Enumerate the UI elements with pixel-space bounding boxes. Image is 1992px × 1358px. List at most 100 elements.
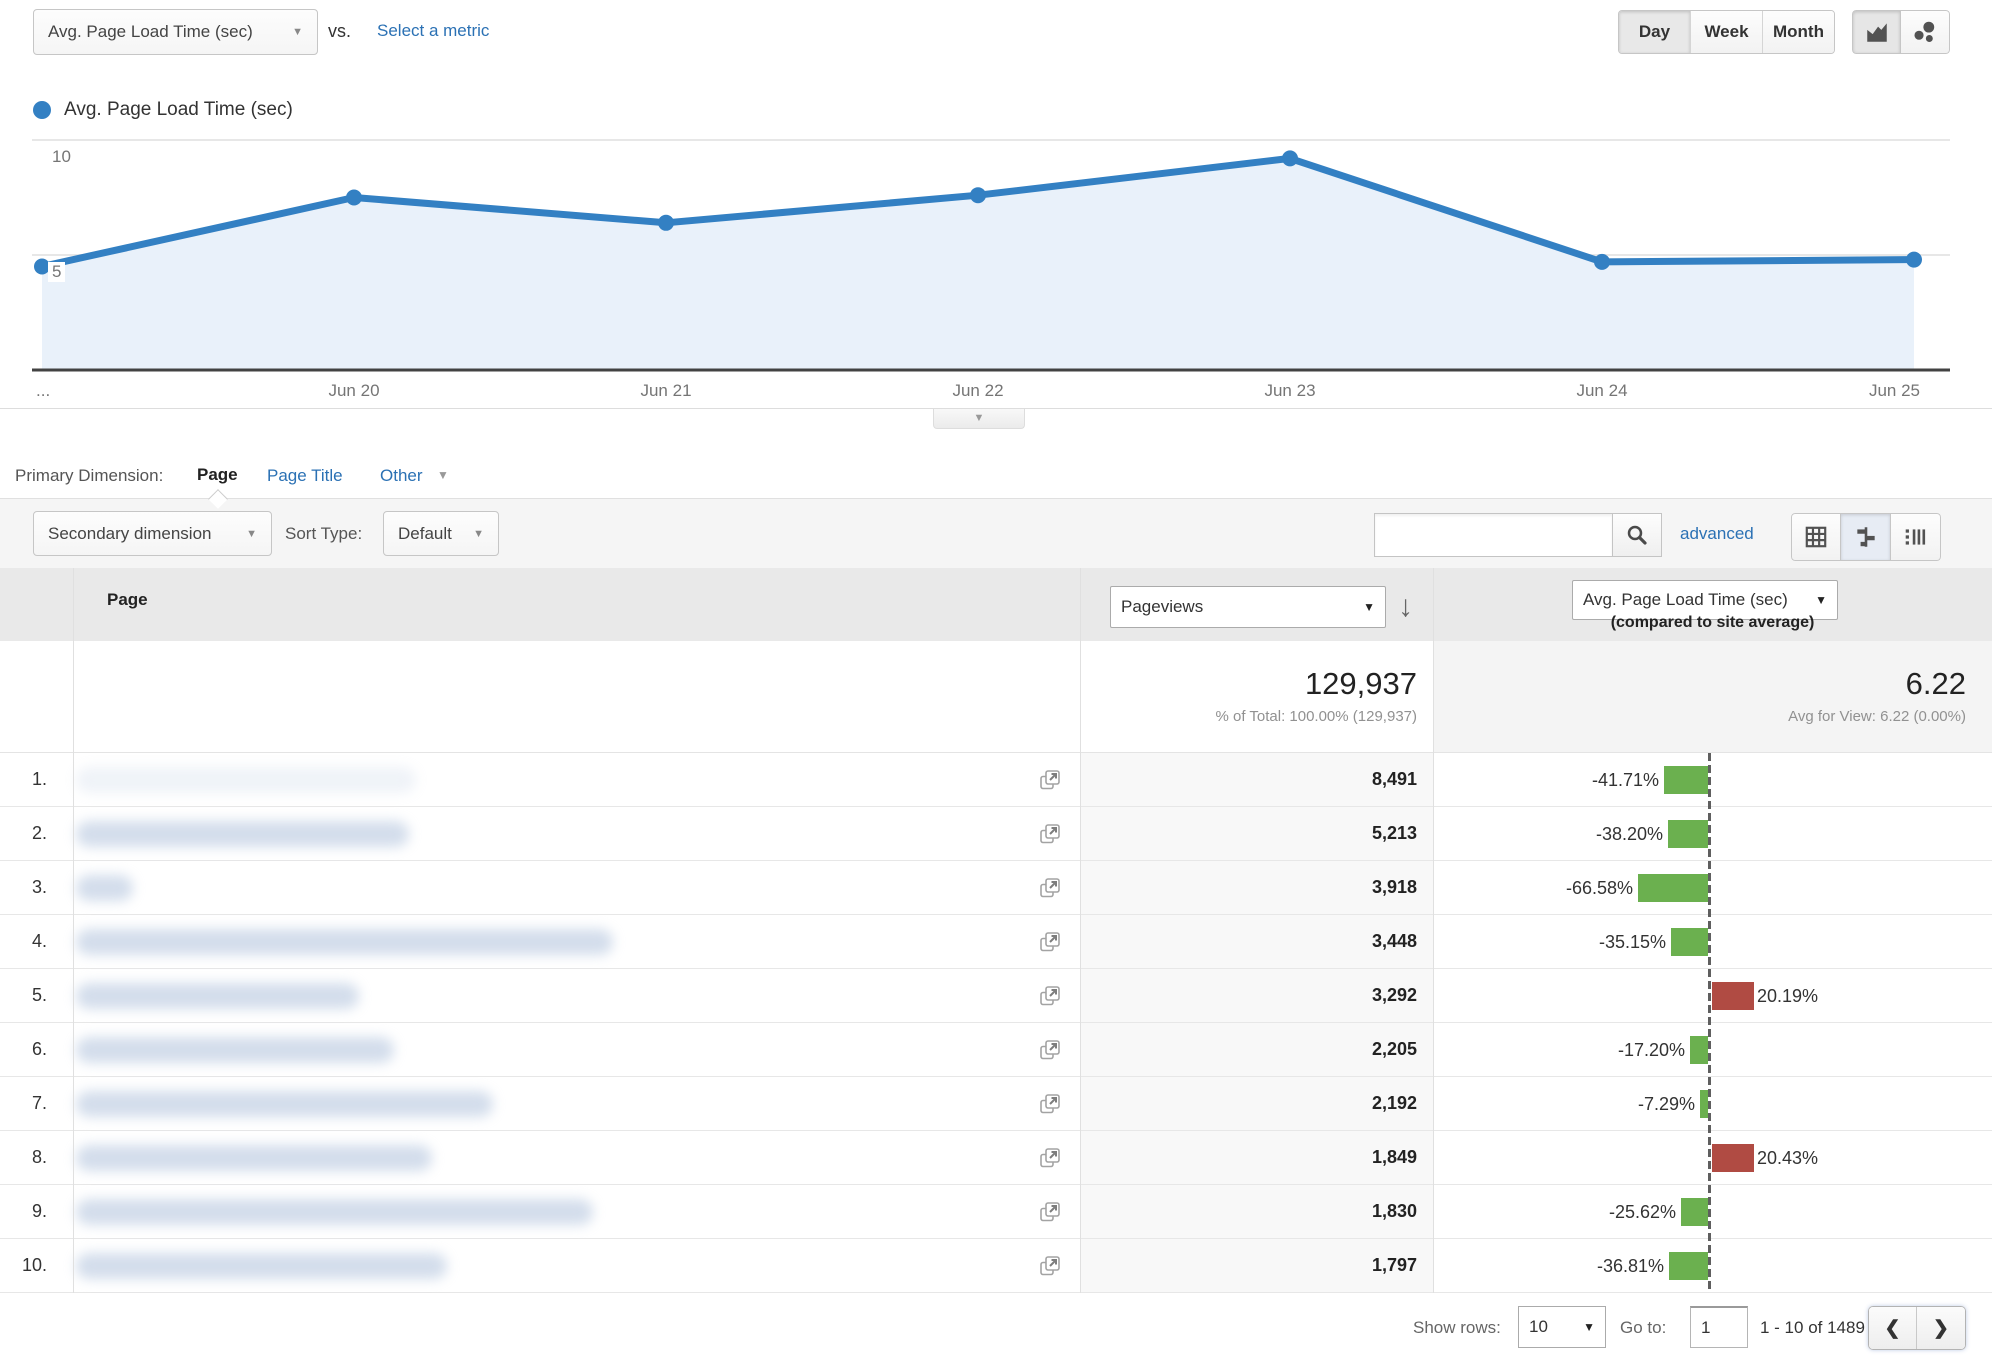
open-page-icon[interactable]	[1038, 1146, 1062, 1170]
dimension-tab-page-title[interactable]: Page Title	[267, 466, 343, 486]
row-pageviews: 3,292	[1371, 985, 1417, 1005]
select-metric-link[interactable]: Select a metric	[377, 21, 489, 41]
chevron-left-icon: ❮	[1884, 1317, 1901, 1339]
caret-down-icon: ▼	[1815, 593, 1827, 607]
row-pageviews: 1,797	[1371, 1255, 1417, 1275]
pivot-icon	[1903, 524, 1929, 550]
row-pageviews: 8,491	[1371, 769, 1417, 789]
table-row: 6. 2,205 -17.20%	[0, 1023, 1992, 1077]
row-comparison-pct: -41.71%	[1591, 770, 1659, 790]
comparison-bar	[1638, 874, 1708, 902]
row-comparison-pct: -25.62%	[1608, 1202, 1676, 1222]
page-url-link-redacted[interactable]	[76, 821, 409, 847]
total-metric-caption: Avg for View: 6.22 (0.00%)	[1788, 708, 1966, 725]
table-row: 1. 8,491 -41.71%	[0, 753, 1992, 807]
open-page-icon[interactable]	[1038, 1092, 1062, 1116]
row-rank: 8.	[31, 1147, 47, 1167]
table-totals-row: 129,937 % of Total: 100.00% (129,937) 6.…	[0, 641, 1992, 753]
comparison-bar	[1712, 1144, 1754, 1172]
page-url-link-redacted[interactable]	[76, 767, 416, 793]
open-page-icon[interactable]	[1038, 768, 1062, 792]
pageviews-column-label: Pageviews	[1121, 597, 1204, 616]
comparison-view-button[interactable]	[1841, 513, 1891, 561]
caret-down-icon: ▼	[1583, 1320, 1595, 1334]
page-url-link-redacted[interactable]	[76, 1253, 447, 1279]
page-url-link-redacted[interactable]	[76, 1037, 394, 1063]
page-url-link-redacted[interactable]	[76, 983, 359, 1009]
comparison-bar	[1664, 766, 1708, 794]
granularity-day-button[interactable]: Day	[1619, 11, 1690, 53]
row-rank: 6.	[31, 1039, 47, 1059]
metric-select-label: Avg. Page Load Time (sec)	[48, 22, 253, 41]
table-row: 7. 2,192 -7.29%	[0, 1077, 1992, 1131]
open-page-icon[interactable]	[1038, 984, 1062, 1008]
goto-page-input[interactable]	[1690, 1306, 1748, 1348]
timeseries-chart	[32, 139, 1950, 372]
sort-direction-icon[interactable]: ↓	[1398, 592, 1413, 622]
open-page-icon[interactable]	[1038, 1254, 1062, 1278]
comparison-bar	[1671, 928, 1708, 956]
caret-down-icon: ▼	[437, 468, 449, 482]
next-page-button[interactable]: ❯	[1917, 1307, 1965, 1349]
row-comparison-pct: -36.81%	[1596, 1256, 1664, 1276]
metric-select[interactable]: Avg. Page Load Time (sec) ▼	[33, 9, 318, 55]
row-pageviews: 5,213	[1371, 823, 1417, 843]
caret-down-icon: ▼	[1363, 600, 1375, 614]
comparison-bar	[1669, 1252, 1708, 1280]
row-pageviews: 2,192	[1371, 1093, 1417, 1113]
row-comparison-pct: -7.29%	[1637, 1094, 1695, 1114]
row-rank: 5.	[31, 985, 47, 1005]
open-page-icon[interactable]	[1038, 1038, 1062, 1062]
page-url-link-redacted[interactable]	[76, 1091, 493, 1117]
search-input[interactable]	[1374, 513, 1612, 557]
page-url-link-redacted[interactable]	[76, 1199, 593, 1225]
previous-page-button[interactable]: ❮	[1869, 1307, 1917, 1349]
table-row: 3. 3,918 -66.58%	[0, 861, 1992, 915]
line-chart-view-button[interactable]	[1852, 10, 1901, 54]
comparison-bar	[1712, 982, 1754, 1010]
row-pageviews: 2,205	[1371, 1039, 1417, 1059]
dimension-tab-other[interactable]: Other	[380, 466, 423, 486]
page-url-link-redacted[interactable]	[76, 875, 133, 901]
sort-type-select[interactable]: Default ▼	[383, 511, 499, 556]
page-url-link-redacted[interactable]	[76, 929, 613, 955]
bubbles-icon	[1912, 19, 1938, 45]
total-pageviews-caption: % of Total: 100.00% (129,937)	[1215, 708, 1417, 725]
advanced-search-link[interactable]: advanced	[1680, 524, 1754, 544]
granularity-week-button[interactable]: Week	[1690, 11, 1762, 53]
x-axis-tick-label: Jun 25	[1868, 381, 1920, 400]
page-url-link-redacted[interactable]	[76, 1145, 432, 1171]
x-axis-tick-label: Jun 21	[640, 381, 692, 400]
comparison-bars-icon	[1853, 524, 1879, 550]
row-range-label: 1 - 10 of 1489	[1760, 1318, 1865, 1337]
caret-down-icon: ▼	[973, 412, 985, 424]
annotations-pull-tab[interactable]: ▼	[933, 409, 1025, 429]
comparison-bar	[1690, 1036, 1708, 1064]
pivot-view-button[interactable]	[1891, 513, 1941, 561]
table-row: 10. 1,797 -36.81%	[0, 1239, 1992, 1293]
dimension-tab-page[interactable]: Page	[197, 465, 238, 485]
row-comparison-pct: -17.20%	[1617, 1040, 1685, 1060]
total-metric: 6.22	[1905, 666, 1966, 701]
secondary-dimension-label: Secondary dimension	[48, 523, 212, 543]
open-page-icon[interactable]	[1038, 930, 1062, 954]
total-pageviews: 129,937	[1304, 666, 1417, 701]
table-row: 2. 5,213 -38.20%	[0, 807, 1992, 861]
open-page-icon[interactable]	[1038, 822, 1062, 846]
granularity-month-button[interactable]: Month	[1762, 11, 1834, 53]
show-rows-select[interactable]: 10 ▼	[1518, 1306, 1606, 1348]
search-icon	[1625, 523, 1649, 547]
x-axis-tick-label: Jun 22	[952, 381, 1004, 400]
motion-chart-view-button[interactable]	[1901, 10, 1950, 54]
row-comparison-pct: -66.58%	[1565, 878, 1633, 898]
column-header-page: Page	[107, 590, 148, 609]
open-page-icon[interactable]	[1038, 1200, 1062, 1224]
series-dot-icon	[33, 101, 51, 119]
open-page-icon[interactable]	[1038, 876, 1062, 900]
secondary-dimension-button[interactable]: Secondary dimension ▼	[33, 511, 272, 556]
data-view-button[interactable]	[1791, 513, 1841, 561]
table-row: 9. 1,830 -25.62%	[0, 1185, 1992, 1239]
search-button[interactable]	[1612, 513, 1662, 557]
pageviews-column-select[interactable]: Pageviews ▼	[1110, 586, 1386, 628]
row-rank: 4.	[31, 931, 47, 951]
